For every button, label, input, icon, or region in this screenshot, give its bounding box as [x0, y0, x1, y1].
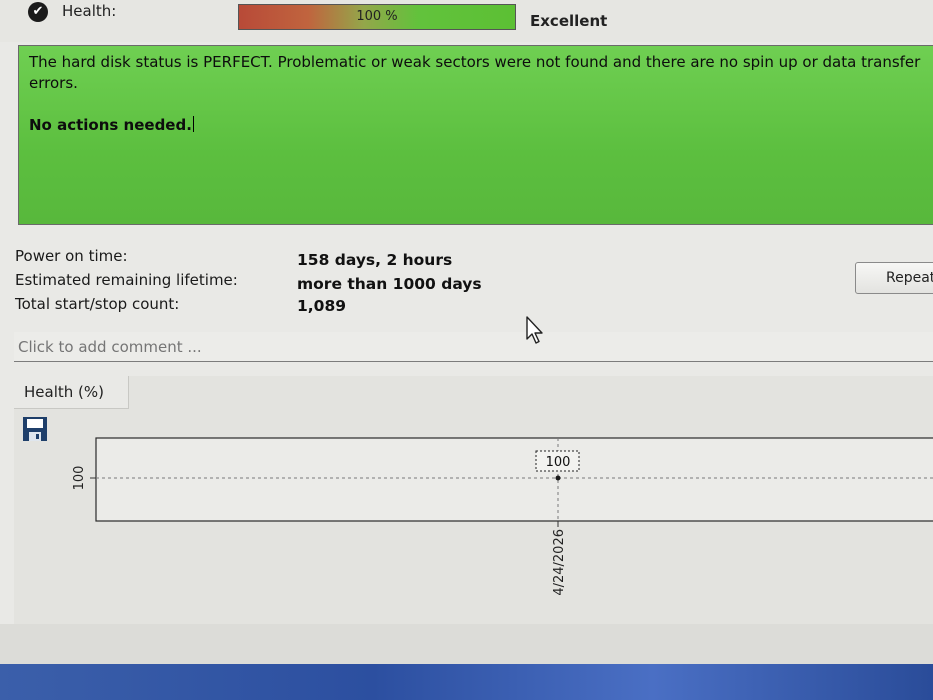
x-tick-label: 4/24/2026: [552, 529, 567, 596]
mouse-pointer-icon: [526, 316, 543, 344]
power-on-time-label: Power on time:: [15, 247, 128, 265]
status-action-text: No actions needed.: [29, 116, 194, 134]
start-stop-count-value: 1,089: [297, 297, 347, 315]
data-point: [555, 475, 561, 481]
plot-area: [95, 437, 933, 522]
health-row: ✔ Health: 100 % Excellent: [0, 0, 933, 42]
health-chart-panel: Health (%) 100 4/24/2026 100: [14, 376, 933, 624]
health-progress-bar: 100 %: [238, 4, 516, 30]
health-label: Health:: [62, 2, 117, 20]
text-cursor: [192, 116, 194, 132]
y-tick-label: 100: [72, 466, 87, 491]
status-action-label: No actions needed.: [29, 116, 192, 134]
status-message-box[interactable]: The hard disk status is PERFECT. Problem…: [18, 45, 933, 225]
power-on-time-value: 158 days, 2 hours: [297, 251, 453, 269]
comment-input[interactable]: [14, 332, 933, 362]
data-label: 100: [546, 455, 571, 470]
health-status-text: Excellent: [530, 12, 608, 30]
repeat-test-button[interactable]: Repeat: [855, 262, 933, 294]
check-circle-icon: ✔: [28, 2, 48, 22]
start-stop-count-label: Total start/stop count:: [15, 295, 180, 313]
health-chart: 100 4/24/2026 100: [72, 437, 933, 596]
status-message-text: The hard disk status is PERFECT. Problem…: [29, 53, 921, 92]
health-progress-text: 100 %: [356, 9, 398, 24]
remaining-lifetime-label: Estimated remaining lifetime:: [15, 271, 238, 289]
desktop-taskbar: [0, 664, 933, 700]
remaining-lifetime-value: more than 1000 days: [297, 275, 482, 293]
